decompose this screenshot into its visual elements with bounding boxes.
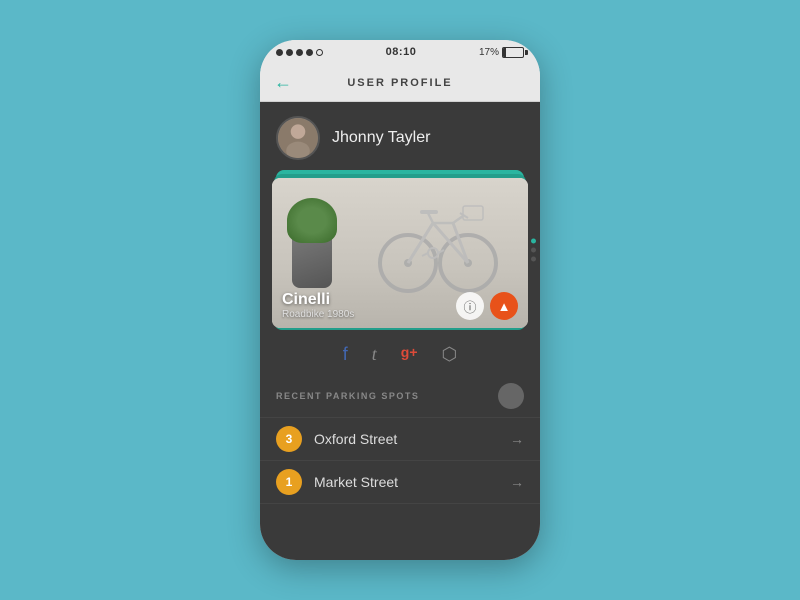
parking-item-oxford[interactable]: 3 Oxford Street → — [260, 417, 540, 460]
parking-name-oxford: Oxford Street — [314, 431, 498, 447]
parking-badge-oxford: 3 — [276, 426, 302, 452]
signal-dots — [276, 49, 323, 56]
bike-name: Cinelli — [282, 291, 354, 309]
social-row: f t g+ ⬡ — [260, 330, 540, 377]
parking-header: RECENT PARKING SPOTS — [260, 377, 540, 417]
plant-leaves — [287, 198, 337, 243]
phone-frame: 08:10 17% ← USER PROFILE — [260, 40, 540, 560]
signal-dot-1 — [276, 49, 283, 56]
parking-arrow-oxford: → — [510, 431, 524, 447]
header: ← USER PROFILE — [260, 64, 540, 102]
parking-item-market[interactable]: 1 Market Street → — [260, 460, 540, 504]
user-name: Jhonny Tayler — [332, 129, 430, 147]
badge-number-market: 1 — [286, 475, 293, 489]
battery-icon — [502, 47, 524, 58]
info-icon: ⓘ — [463, 297, 476, 316]
signal-dot-4 — [306, 49, 313, 56]
avatar-image — [278, 118, 318, 158]
parking-section-label: RECENT PARKING SPOTS — [276, 391, 419, 401]
avatar — [276, 116, 320, 160]
battery-percent: 17% — [479, 47, 499, 58]
facebook-icon[interactable]: f — [343, 344, 348, 365]
parking-toggle[interactable] — [498, 383, 524, 409]
card-info: Cinelli Roadbike 1980s — [282, 291, 354, 320]
header-title: USER PROFILE — [347, 77, 452, 89]
parking-section: RECENT PARKING SPOTS 3 Oxford Street → 1… — [260, 377, 540, 560]
parking-name-market: Market Street — [314, 474, 498, 490]
bicycle-svg — [378, 188, 498, 298]
status-bar: 08:10 17% — [260, 40, 540, 64]
twitter-icon[interactable]: t — [372, 344, 377, 365]
dot-1 — [531, 239, 536, 244]
status-time: 08:10 — [386, 46, 417, 58]
bike-description: Roadbike 1980s — [282, 309, 354, 320]
card-page-dots — [531, 239, 536, 262]
card-actions: ⓘ ▲ — [456, 292, 518, 320]
bike-card[interactable]: Cinelli Roadbike 1980s ⓘ ▲ — [272, 178, 528, 328]
signal-dot-5 — [316, 49, 323, 56]
dot-2 — [531, 248, 536, 253]
alert-button[interactable]: ▲ — [490, 292, 518, 320]
alert-icon: ▲ — [498, 299, 511, 314]
badge-number-oxford: 3 — [286, 432, 293, 446]
instagram-icon[interactable]: ⬡ — [442, 344, 458, 365]
battery-fill — [503, 48, 506, 57]
signal-dot-2 — [286, 49, 293, 56]
user-row: Jhonny Tayler — [260, 102, 540, 170]
status-battery: 17% — [479, 47, 524, 58]
dot-3 — [531, 257, 536, 262]
back-button[interactable]: ← — [274, 72, 292, 93]
parking-arrow-market: → — [510, 474, 524, 490]
googleplus-icon[interactable]: g+ — [401, 344, 418, 365]
plant-pot — [292, 238, 332, 288]
info-button[interactable]: ⓘ — [456, 292, 484, 320]
bike-card-area: Cinelli Roadbike 1980s ⓘ ▲ — [272, 170, 528, 330]
plant — [287, 198, 337, 288]
main-content: Jhonny Tayler — [260, 102, 540, 560]
parking-badge-market: 1 — [276, 469, 302, 495]
signal-dot-3 — [296, 49, 303, 56]
